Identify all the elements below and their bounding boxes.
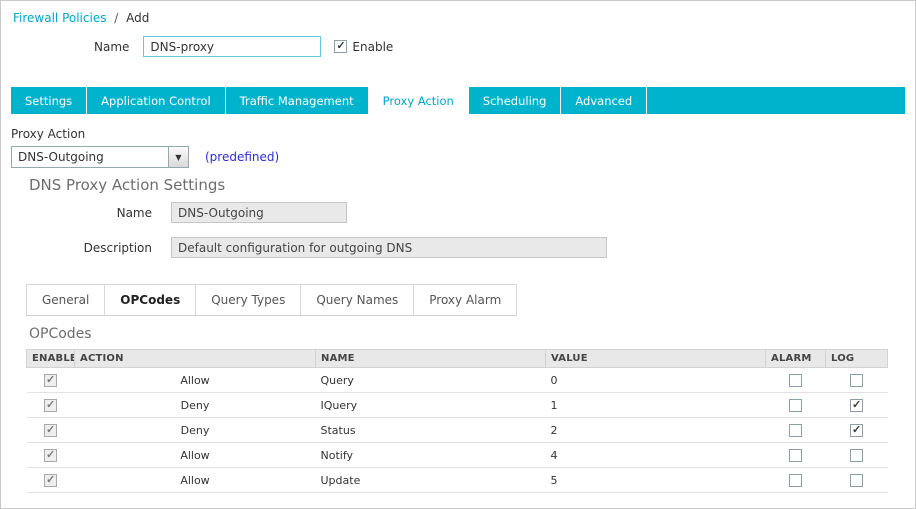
subtab-query-names[interactable]: Query Names — [300, 284, 415, 315]
alarm-cell — [765, 467, 826, 493]
proxy-action-row: DNS-Outgoing ▼ (predefined) — [11, 146, 905, 168]
enabled-checkbox — [44, 448, 57, 462]
alarm-cell — [765, 442, 826, 468]
opcodes-table: ENABLED ACTION NAME VALUE ALARM LOG Allo… — [26, 349, 888, 493]
action-description-label: Description — [83, 240, 152, 255]
alarm-checkbox[interactable] — [789, 373, 802, 387]
subtab-query-types[interactable]: Query Types — [195, 284, 302, 315]
column-header-name: NAME — [315, 349, 546, 368]
column-header-log: LOG — [825, 349, 888, 368]
opcodes-table-row: Deny Status 2 — [26, 417, 888, 443]
column-header-value: VALUE — [545, 349, 766, 368]
value-cell: 2 — [545, 417, 766, 443]
policy-name-row: Name Enable — [94, 36, 915, 57]
subtab-opcodes[interactable]: OPCodes — [104, 284, 197, 315]
action-cell: Allow — [74, 367, 316, 393]
name-cell: Status — [315, 417, 546, 443]
enabled-cell — [26, 467, 75, 493]
alarm-checkbox[interactable] — [789, 398, 802, 412]
policy-name-input[interactable] — [143, 36, 322, 57]
value-cell: 0 — [545, 367, 766, 393]
column-header-alarm: ALARM — [765, 349, 826, 368]
subtab-proxy-alarm[interactable]: Proxy Alarm — [413, 284, 518, 315]
enabled-cell — [26, 417, 75, 443]
firewall-policy-add-page: Firewall Policies / Add Name Enable Sett… — [0, 0, 916, 509]
subtab-general[interactable]: General — [26, 284, 106, 315]
tab-proxy-action[interactable]: Proxy Action — [368, 87, 469, 114]
enabled-checkbox — [44, 423, 57, 437]
log-cell — [825, 392, 888, 418]
log-checkbox[interactable] — [850, 448, 863, 462]
name-cell: Update — [315, 467, 546, 493]
breadcrumb-separator: / — [114, 11, 119, 25]
log-checkbox[interactable] — [850, 398, 863, 412]
dns-proxy-action-settings-title: DNS Proxy Action Settings — [29, 176, 226, 194]
tab-traffic-management[interactable]: Traffic Management — [226, 87, 369, 114]
log-checkbox[interactable] — [850, 473, 863, 487]
name-cell: Notify — [315, 442, 546, 468]
enabled-cell — [26, 442, 75, 468]
opcodes-table-row: Allow Notify 4 — [26, 442, 888, 468]
breadcrumb-current-add: Add — [126, 11, 150, 25]
enabled-cell — [26, 367, 75, 393]
value-cell: 1 — [545, 392, 766, 418]
enable-label: Enable — [352, 39, 394, 54]
opcodes-header-row: ENABLED ACTION NAME VALUE ALARM LOG — [26, 349, 888, 368]
log-cell — [825, 417, 888, 443]
tab-advanced[interactable]: Advanced — [561, 87, 648, 114]
value-cell: 5 — [545, 467, 766, 493]
opcodes-section-title: OPCodes — [29, 326, 92, 342]
dropdown-arrow-button[interactable]: ▼ — [168, 147, 188, 167]
alarm-checkbox[interactable] — [789, 448, 802, 462]
alarm-checkbox[interactable] — [789, 423, 802, 437]
action-cell: Deny — [74, 417, 316, 443]
action-cell: Allow — [74, 442, 316, 468]
action-name-input — [171, 202, 347, 223]
alarm-checkbox[interactable] — [789, 473, 802, 487]
enabled-cell — [26, 392, 75, 418]
log-cell — [825, 467, 888, 493]
column-header-enabled: ENABLED — [26, 349, 75, 368]
breadcrumb-link-firewall-policies[interactable]: Firewall Policies — [13, 11, 106, 25]
main-tabbar: Settings Application Control Traffic Man… — [11, 87, 905, 114]
tab-settings[interactable]: Settings — [11, 87, 88, 114]
alarm-cell — [765, 392, 826, 418]
proxy-settings-subtabs: General OPCodes Query Types Query Names … — [26, 284, 518, 316]
action-name-row: Name — [11, 202, 905, 223]
proxy-action-label: Proxy Action — [11, 127, 86, 141]
proxy-action-dropdown[interactable]: DNS-Outgoing ▼ — [11, 146, 189, 168]
enabled-checkbox — [44, 373, 57, 387]
opcodes-table-row: Allow Query 0 — [26, 367, 888, 393]
policy-name-label: Name — [94, 39, 130, 54]
opcodes-table-row: Deny IQuery 1 — [26, 392, 888, 418]
name-cell: Query — [315, 367, 546, 393]
enabled-checkbox — [44, 473, 57, 487]
alarm-cell — [765, 367, 826, 393]
opcodes-table-body: Allow Query 0 Deny IQuery 1 Deny Status 2 Allow No… — [26, 367, 888, 493]
log-cell — [825, 367, 888, 393]
proxy-action-dropdown-value: DNS-Outgoing — [18, 150, 104, 164]
enabled-checkbox — [44, 398, 57, 412]
tab-application-control[interactable]: Application Control — [87, 87, 226, 114]
opcodes-table-row: Allow Update 5 — [26, 467, 888, 493]
predefined-note: (predefined) — [205, 150, 280, 164]
log-cell — [825, 442, 888, 468]
name-cell: IQuery — [315, 392, 546, 418]
tab-scheduling[interactable]: Scheduling — [469, 87, 562, 114]
alarm-cell — [765, 417, 826, 443]
action-cell: Deny — [74, 392, 316, 418]
value-cell: 4 — [545, 442, 766, 468]
breadcrumb: Firewall Policies / Add — [1, 1, 915, 25]
enable-checkbox-group: Enable — [334, 39, 394, 54]
action-name-label: Name — [116, 205, 152, 220]
proxy-action-content: Proxy Action DNS-Outgoing ▼ (predefined)… — [1, 127, 915, 493]
action-cell: Allow — [74, 467, 316, 493]
log-checkbox[interactable] — [850, 423, 863, 437]
action-description-input — [171, 237, 607, 258]
column-header-action: ACTION — [74, 349, 316, 368]
enable-checkbox[interactable] — [334, 39, 348, 53]
chevron-down-icon: ▼ — [175, 152, 182, 162]
log-checkbox[interactable] — [850, 373, 863, 387]
action-description-row: Description — [11, 237, 905, 258]
